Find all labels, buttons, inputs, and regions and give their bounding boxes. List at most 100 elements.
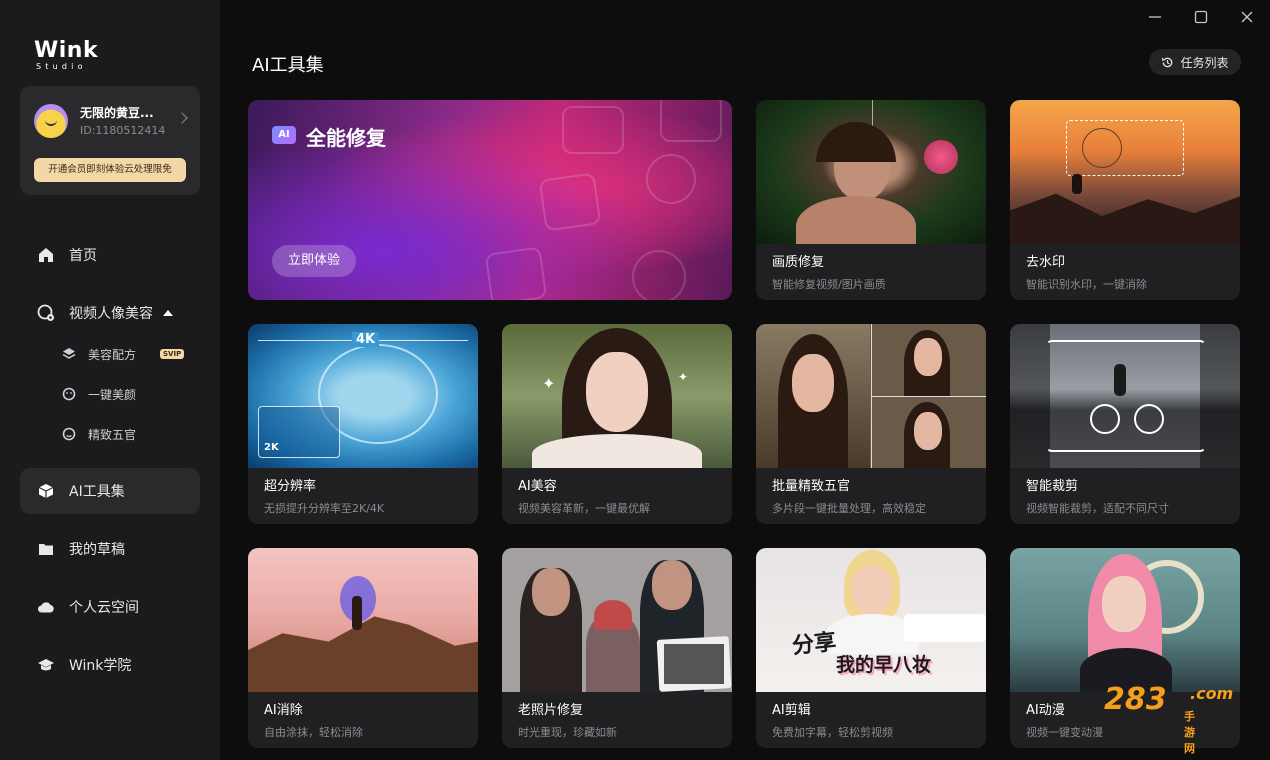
user-name: 无限的黄豆...: [80, 106, 154, 120]
card-desc: 视频美容革新，一键最优解: [518, 502, 650, 515]
overlay-text-share: 分享: [791, 629, 838, 660]
sidebar-item-label: AI工具集: [69, 484, 125, 500]
task-list-label: 任务列表: [1180, 55, 1229, 70]
layers-icon: [62, 347, 76, 361]
app-logo: Wink Studio: [34, 40, 98, 72]
play-deco-icon: [484, 246, 548, 300]
card-title: AI动漫: [1026, 703, 1065, 718]
sidebar-item-drafts[interactable]: 我的草稿: [20, 526, 200, 572]
resolution-2k-label: 2K: [264, 442, 279, 453]
card-thumbnail: [1010, 100, 1240, 244]
task-list-button[interactable]: 任务列表: [1149, 49, 1241, 75]
sidebar-subitem-one-click-beauty[interactable]: 一键美颜: [62, 384, 136, 404]
watermark-cn: 手游网: [1184, 710, 1195, 755]
hero-card-all-in-one-repair[interactable]: AI 全能修复 立即体验: [248, 100, 732, 300]
card-title: 批量精致五官: [772, 479, 851, 494]
card-thumbnail: [502, 548, 732, 692]
tool-card-ai-beauty[interactable]: ✦ ✦ AI美容 视频美容革新，一键最优解: [502, 324, 732, 524]
sidebar-item-label: 视频人像美容: [69, 306, 153, 322]
tool-card-old-photo-repair[interactable]: 老照片修复 时光重现，珍藏如新: [502, 548, 732, 748]
resolution-4k-label: 4K: [352, 332, 380, 347]
sidebar-item-academy[interactable]: Wink学院: [20, 642, 200, 688]
chevron-right-icon[interactable]: [176, 112, 188, 124]
sidebar-subitem-refine-features[interactable]: 精致五官: [62, 424, 136, 444]
watermark-number: 283: [1104, 682, 1167, 717]
graduation-cap-icon: [37, 656, 55, 674]
card-desc: 智能识别水印，一键消除: [1026, 278, 1147, 291]
site-watermark: 283 .com 手游网: [1104, 682, 1233, 755]
user-card[interactable]: 无限的黄豆... ID:1180512414 开通会员即刻体验云处理限免: [20, 86, 200, 195]
tool-card-ai-edit[interactable]: 分享 我的早八妆 AI剪辑 免费加字幕，轻松剪视频: [756, 548, 986, 748]
sidebar: Wink Studio 无限的黄豆... ID:1180512414 开通会员即…: [0, 0, 220, 760]
card-thumbnail: [1010, 548, 1240, 692]
svip-badge: SVIP: [160, 349, 185, 359]
tool-card-ai-eraser[interactable]: AI消除 自由涂抹，轻松消除: [248, 548, 478, 748]
face-sparkle-icon: [62, 427, 76, 441]
4k-deco-icon: [660, 100, 722, 142]
card-desc: 无损提升分辨率至2K/4K: [264, 502, 385, 515]
sidebar-item-cloud[interactable]: 个人云空间: [20, 584, 200, 630]
ai-badge: AI: [272, 126, 296, 144]
sidebar-subitem-label: 美容配方: [88, 347, 137, 362]
history-icon: [1162, 57, 1173, 67]
hero-title: 全能修复: [306, 126, 386, 150]
cloud-icon: [37, 598, 55, 616]
close-icon[interactable]: [1238, 8, 1256, 26]
sidebar-item-video-beauty[interactable]: 视频人像美容: [20, 290, 200, 336]
page-title: AI工具集: [252, 55, 324, 76]
sparkle-icon: ✦: [678, 370, 689, 384]
card-thumbnail: 4K 2K: [248, 324, 478, 468]
card-title: AI剪辑: [772, 703, 811, 718]
sidebar-item-label: 首页: [69, 248, 97, 264]
moon-deco-icon: [646, 154, 696, 204]
watermark-com: .com: [1190, 684, 1234, 703]
tool-card-super-resolution[interactable]: 4K 2K 超分辨率 无损提升分辨率至2K/4K: [248, 324, 478, 524]
folder-icon: [37, 540, 55, 558]
sidebar-item-home[interactable]: 首页: [20, 232, 200, 278]
home-icon: [37, 246, 55, 264]
sidebar-item-label: 我的草稿: [69, 542, 125, 558]
leaf-deco-icon: [632, 250, 686, 300]
card-title: 老照片修复: [518, 703, 584, 718]
tool-card-remove-watermark[interactable]: 去水印 智能识别水印，一键消除: [1010, 100, 1240, 300]
card-title: AI消除: [264, 703, 303, 718]
card-desc: 时光重现，珍藏如新: [518, 726, 617, 739]
card-desc: 多片段一键批量处理，高效稳定: [772, 502, 926, 515]
sparkle-icon: ✦: [542, 374, 556, 393]
card-thumbnail: [1010, 324, 1240, 468]
card-desc: 自由涂抹，轻松消除: [264, 726, 363, 739]
card-title: 智能裁剪: [1026, 479, 1079, 494]
sidebar-item-label: Wink学院: [69, 658, 132, 674]
caret-up-icon[interactable]: [163, 310, 173, 316]
card-thumbnail: [756, 100, 986, 244]
sidebar-subitem-label: 精致五官: [88, 427, 137, 442]
card-desc: 视频智能裁剪，适配不同尺寸: [1026, 502, 1169, 515]
vip-upgrade-button[interactable]: 开通会员即刻体验云处理限免: [34, 158, 186, 182]
maximize-icon[interactable]: [1192, 8, 1210, 26]
tool-card-smart-crop[interactable]: 智能裁剪 视频智能裁剪，适配不同尺寸: [1010, 324, 1240, 524]
sidebar-item-ai-tools[interactable]: AI工具集: [20, 468, 200, 514]
minimize-icon[interactable]: [1146, 8, 1164, 26]
overlay-text-makeup: 我的早八妆: [836, 654, 932, 676]
hd-deco-icon: [562, 106, 624, 154]
sidebar-subitem-beauty-formula[interactable]: 美容配方 SVIP: [62, 344, 185, 364]
sidebar-item-label: 个人云空间: [69, 600, 139, 616]
logo-main: Wink: [34, 38, 99, 63]
cube-icon: [37, 482, 55, 500]
card-desc: 免费加字幕，轻松剪视频: [772, 726, 893, 739]
card-thumbnail: 分享 我的早八妆: [756, 548, 986, 692]
card-desc: 智能修复视频/图片画质: [772, 278, 886, 291]
card-thumbnail: [756, 324, 986, 468]
card-title: 画质修复: [772, 255, 825, 270]
try-now-button[interactable]: 立即体验: [272, 245, 356, 277]
tool-card-ai-anime[interactable]: AI动漫 视频一键变动漫: [1010, 548, 1240, 748]
tool-card-batch-features[interactable]: 批量精致五官 多片段一键批量处理，高效稳定: [756, 324, 986, 524]
card-title: 去水印: [1026, 255, 1066, 270]
face-settings-icon: [37, 304, 55, 322]
card-title: 超分辨率: [264, 479, 317, 494]
tool-card-quality-repair[interactable]: 画质修复 智能修复视频/图片画质: [756, 100, 986, 300]
card-thumbnail: [248, 548, 478, 692]
card-thumbnail: ✦ ✦: [502, 324, 732, 468]
avatar[interactable]: [34, 104, 68, 138]
sidebar-subitem-label: 一键美颜: [88, 387, 137, 402]
